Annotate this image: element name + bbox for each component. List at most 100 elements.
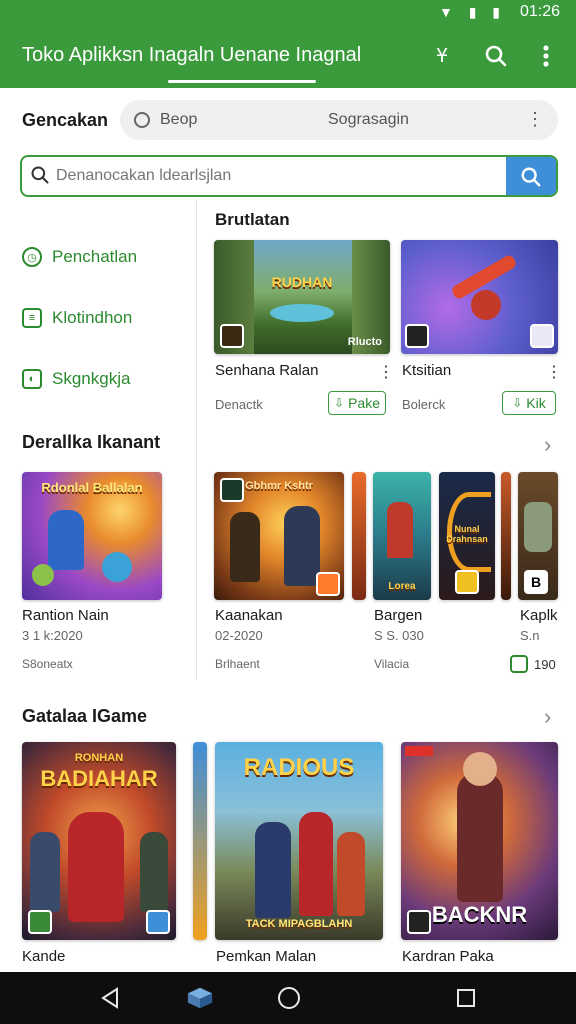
filter-label: Gencakan	[22, 110, 109, 130]
app-store-icon[interactable]	[186, 984, 214, 1012]
tag-strip	[405, 746, 433, 756]
featured-card-2[interactable]	[401, 240, 558, 354]
install-label: Kik	[526, 395, 546, 411]
sidebar-item-label: Skgnkgkja	[52, 369, 131, 388]
filter-icon[interactable]: Ұ	[426, 40, 458, 72]
list-icon: ≡	[22, 308, 42, 328]
app-bar: Toko Aplikksn Inagaln Uenane Inagnal Ұ	[0, 26, 576, 88]
game-card[interactable]: RADIOUS TACK MIPAGBLAHN	[215, 742, 383, 940]
filter-row: Gencakan Beop Sograsagin ⋮	[0, 100, 576, 140]
app-name[interactable]: Ktsitian	[402, 362, 451, 379]
app-badge-icon	[146, 910, 170, 934]
search-icon	[30, 165, 50, 190]
section2-heading: Derallka Ikanant	[22, 432, 161, 452]
app-meta: Brlhaent	[215, 657, 260, 671]
app-developer: Bolerck	[402, 397, 446, 412]
app-badge-icon	[407, 910, 431, 934]
more-vert-icon[interactable]: ⋮	[526, 109, 544, 130]
app-badge-icon: B	[524, 570, 548, 594]
install-label: Pake	[348, 395, 380, 411]
game-card[interactable]: BACKNR	[401, 742, 558, 940]
search-bar	[20, 155, 558, 197]
app-meta: S8oneatx	[22, 657, 73, 671]
app-badge-icon	[455, 570, 479, 594]
game-card[interactable]: Gbhmr Kshtr	[214, 472, 344, 600]
app-name[interactable]: Rantion Nain	[22, 607, 109, 624]
install-button[interactable]: ⇩ Pake	[328, 391, 386, 415]
more-vert-icon[interactable]: ⋮	[378, 362, 394, 382]
chevron-right-icon[interactable]: ›	[544, 704, 551, 730]
art-footer: Rlucto	[347, 336, 382, 348]
art-subtitle: RONHAN	[74, 752, 124, 764]
game-card[interactable]: B	[518, 472, 558, 600]
sidebar-item-skgnkgkja[interactable]: ◐ Skgnkgkja	[22, 366, 130, 392]
back-icon[interactable]	[96, 984, 124, 1012]
app-name[interactable]: Senhana Ralan	[215, 362, 318, 379]
app-badge-icon	[316, 572, 340, 596]
radio-icon[interactable]	[134, 112, 150, 128]
app-name[interactable]: Kande	[22, 948, 65, 965]
sidebar-item-klotindhon[interactable]: ≡ Klotindhon	[22, 305, 132, 331]
status-time: 01:26	[519, 3, 560, 20]
more-vert-icon[interactable]	[530, 40, 562, 72]
status-icons: ▼ ▮ ▮	[438, 4, 506, 20]
app-name[interactable]: Bargen	[374, 607, 422, 624]
download-icon: ⇩	[512, 396, 523, 410]
filter-option-1[interactable]: Beop	[160, 111, 197, 129]
game-card-edge[interactable]	[352, 472, 366, 600]
install-button[interactable]: ⇩ Kik	[502, 391, 556, 415]
shield-icon: ◐	[22, 369, 42, 389]
sidebar-item-label: Klotindhon	[52, 308, 133, 327]
app-name[interactable]: Pemkan Malan	[216, 948, 316, 965]
app-date: 3 1 k:2020	[22, 628, 83, 643]
art-title: RADIOUS	[243, 754, 355, 781]
app-date: S.n	[520, 628, 540, 643]
app-title: Toko Aplikksn Inagaln Uenane Inagnal	[22, 44, 362, 66]
section3-heading: Gatalaa IGame	[22, 706, 148, 726]
more-vert-icon[interactable]: ⋮	[546, 362, 562, 382]
featured-card-1[interactable]: RUDHAN Rlucto	[214, 240, 390, 354]
app-badge-icon	[405, 324, 429, 348]
app-name[interactable]: Kardran Paka	[402, 948, 494, 965]
app-meta: 190	[534, 657, 556, 672]
app-date: 02-2020	[215, 628, 263, 643]
app-date: S S. 030	[374, 628, 424, 643]
clock-icon: ◷	[22, 247, 42, 267]
home-icon[interactable]	[275, 984, 303, 1012]
app-badge-icon	[28, 910, 52, 934]
status-bar: ▼ ▮ ▮ 01:26	[0, 0, 576, 26]
app-badge-icon	[220, 324, 244, 348]
filter-pill[interactable]: Beop Sograsagin ⋮	[120, 100, 558, 140]
app-name[interactable]: Kaplk	[520, 607, 558, 624]
app-badge-icon	[220, 478, 244, 502]
art-title: Rdonlal Ballalan	[41, 480, 143, 495]
app-name[interactable]: Kaanakan	[215, 607, 283, 624]
game-card-edge[interactable]	[193, 742, 207, 940]
game-card[interactable]: RONHAN BADIAHAR	[22, 742, 176, 940]
art-title: RUDHAN	[271, 274, 333, 290]
rating-icon	[510, 655, 528, 673]
filter-option-2[interactable]: Sograsagin	[328, 111, 409, 129]
app-developer: Denactk	[215, 397, 263, 412]
art-title: BADIAHAR	[40, 766, 158, 791]
app-meta: Vilacia	[374, 657, 410, 671]
download-icon: ⇩	[334, 396, 345, 410]
sidebar-item-penchatlan[interactable]: ◷ Penchatlan	[22, 244, 137, 270]
recents-icon[interactable]	[452, 984, 480, 1012]
game-card[interactable]: Nunal Drahnsan	[439, 472, 495, 600]
app-badge-icon	[530, 324, 554, 348]
search-button[interactable]	[506, 157, 556, 195]
sidebar-item-label: Penchatlan	[52, 247, 138, 266]
game-card[interactable]: Rdonlal Ballalan	[22, 472, 162, 600]
search-input[interactable]	[56, 163, 496, 189]
search-icon[interactable]	[480, 40, 512, 72]
tab-indicator	[168, 80, 316, 83]
art-title: Lorea	[388, 581, 416, 592]
chevron-right-icon[interactable]: ›	[544, 432, 551, 458]
art-title: Nunal Drahnsan	[446, 524, 488, 544]
game-card-edge[interactable]	[501, 472, 511, 600]
game-card[interactable]: Lorea	[373, 472, 431, 600]
sidebar-divider	[196, 200, 197, 680]
featured-heading: Brutlatan	[215, 210, 290, 229]
system-nav-bar	[0, 972, 576, 1024]
